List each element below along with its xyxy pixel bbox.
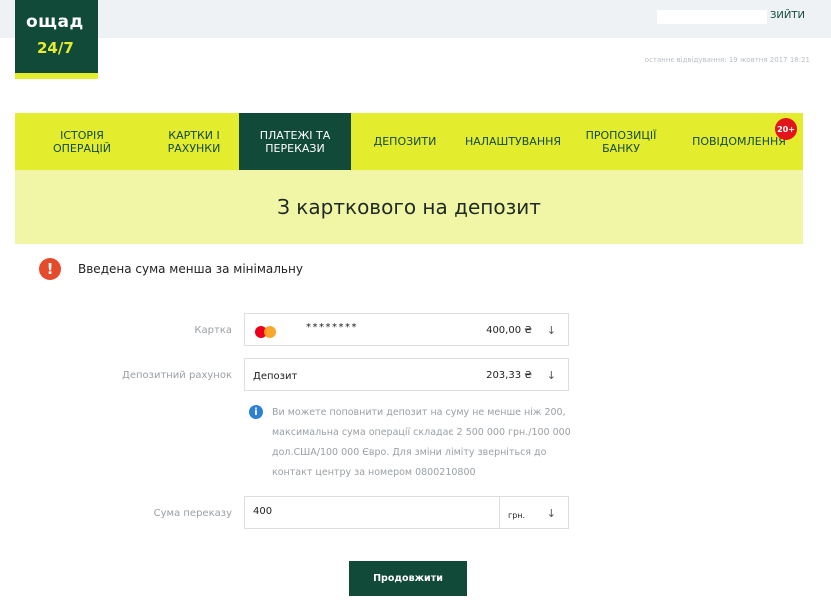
logo-text: ощад (26, 12, 84, 32)
nav-item-label: ПРОПОЗИЦІЇ БАНКУ (585, 128, 657, 155)
nav-item-label: НАЛАШТУВАННЯ (464, 135, 562, 148)
nav-item-label: ІСТОРІЯ ОПЕРАЦІЙ (52, 128, 112, 155)
exclamation-icon: ! (39, 258, 61, 280)
logout-link[interactable]: ЗИЙТИ (770, 10, 805, 21)
sum-input[interactable] (253, 506, 483, 517)
limit-info-text: Ви можете поповнити депозит на суму не м… (272, 407, 571, 478)
deposit-select[interactable]: Депозит 203,33 ₴ ↓ (244, 358, 569, 391)
nav-item-label: ДЕПОЗИТИ (373, 135, 437, 148)
card-select[interactable]: ******** 400,00 ₴ ↓ (244, 313, 569, 346)
deposit-name: Депозит (253, 371, 298, 382)
nav-item-label: КАРТКИ І РАХУНКИ (167, 128, 221, 155)
nav-item-cards[interactable]: КАРТКИ І РАХУНКИ (149, 113, 239, 170)
mastercard-icon (255, 326, 276, 338)
dropdown-arrow-icon: ↓ (546, 369, 556, 382)
notifications-badge: 20+ (775, 118, 797, 140)
sum-label: Сума переказу (153, 508, 232, 519)
user-name-redacted (657, 10, 767, 24)
nav-item-label: ПЛАТЕЖІ ТА ПЕРЕКАЗИ (259, 128, 331, 155)
logo-stripe (15, 73, 98, 79)
page-title: З карткового на депозит (15, 170, 803, 244)
nav-item-notifications[interactable]: ПОВІДОМЛЕННЯ 20+ (675, 113, 803, 170)
last-visit-text: останнє відвідування: 19 жовтня 2017 18:… (644, 56, 810, 64)
dropdown-arrow-icon: ↓ (546, 324, 556, 337)
nav-item-history[interactable]: ІСТОРІЯ ОПЕРАЦІЙ (15, 113, 149, 170)
main-nav: ІСТОРІЯ ОПЕРАЦІЙ КАРТКИ І РАХУНКИ ПЛАТЕЖ… (15, 113, 803, 170)
logo-subtext: 24/7 (37, 39, 74, 57)
info-icon: i (249, 405, 263, 419)
card-label: Картка (194, 325, 232, 336)
nav-item-deposits[interactable]: ДЕПОЗИТИ (351, 113, 459, 170)
nav-item-label: ПОВІДОМЛЕННЯ (692, 135, 786, 148)
continue-button[interactable]: Продовжити (349, 561, 467, 596)
nav-item-payments[interactable]: ПЛАТЕЖІ ТА ПЕРЕКАЗИ (239, 113, 351, 170)
nav-item-offers[interactable]: ПРОПОЗИЦІЇ БАНКУ (567, 113, 675, 170)
currency-label: грн. (508, 511, 526, 520)
logo[interactable]: ощад 24/7 (15, 0, 98, 79)
deposit-balance: 203,33 ₴ (486, 370, 532, 381)
card-balance: 400,00 ₴ (486, 325, 532, 336)
sum-field (244, 496, 500, 529)
card-number-redacted (285, 323, 305, 337)
error-message: ! Введена сума менша за мінімальну (39, 258, 303, 280)
dropdown-arrow-icon: ↓ (546, 507, 556, 520)
card-number: ******** (306, 322, 358, 333)
currency-select[interactable]: грн. ↓ (499, 496, 569, 529)
error-text: Введена сума менша за мінімальну (78, 262, 303, 276)
deposit-label: Депозитний рахунок (122, 370, 232, 381)
nav-item-settings[interactable]: НАЛАШТУВАННЯ (459, 113, 567, 170)
